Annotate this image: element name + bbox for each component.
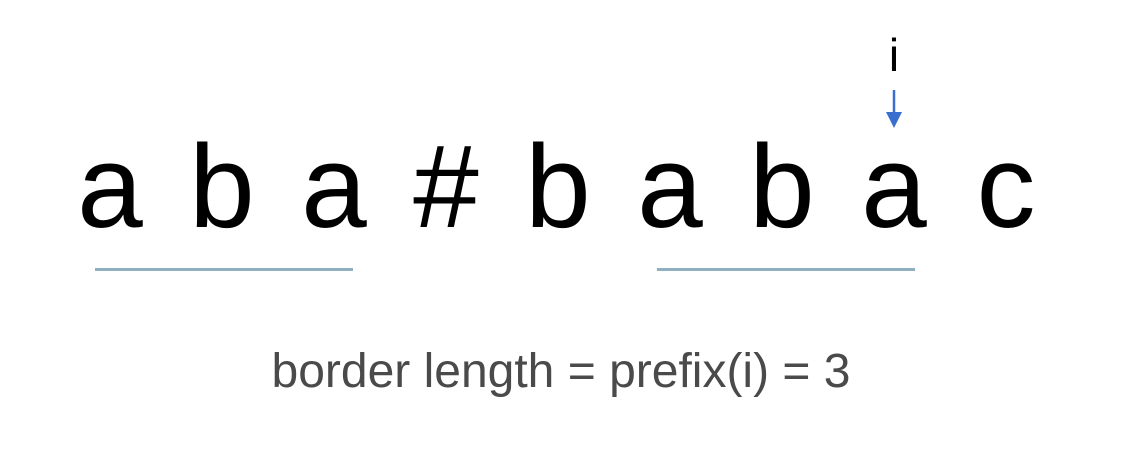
border-diagram: a b a # b a b a c i border length = pref… (0, 0, 1122, 454)
suffix-underline (657, 268, 915, 271)
char-1: b (189, 121, 255, 253)
char-8: c (976, 121, 1036, 253)
caption: border length = prefix(i) = 3 (271, 345, 851, 398)
char-4: b (525, 121, 591, 253)
pointer-arrow-icon (886, 90, 902, 128)
prefix-underline (95, 268, 353, 271)
char-7: a (861, 121, 927, 253)
char-0: a (77, 121, 143, 253)
pointer-arrow-head (886, 112, 902, 128)
pointer-label: i (888, 29, 900, 81)
char-5: a (637, 121, 703, 253)
char-3: # (413, 121, 479, 253)
char-6: b (749, 121, 815, 253)
char-2: a (301, 121, 367, 253)
